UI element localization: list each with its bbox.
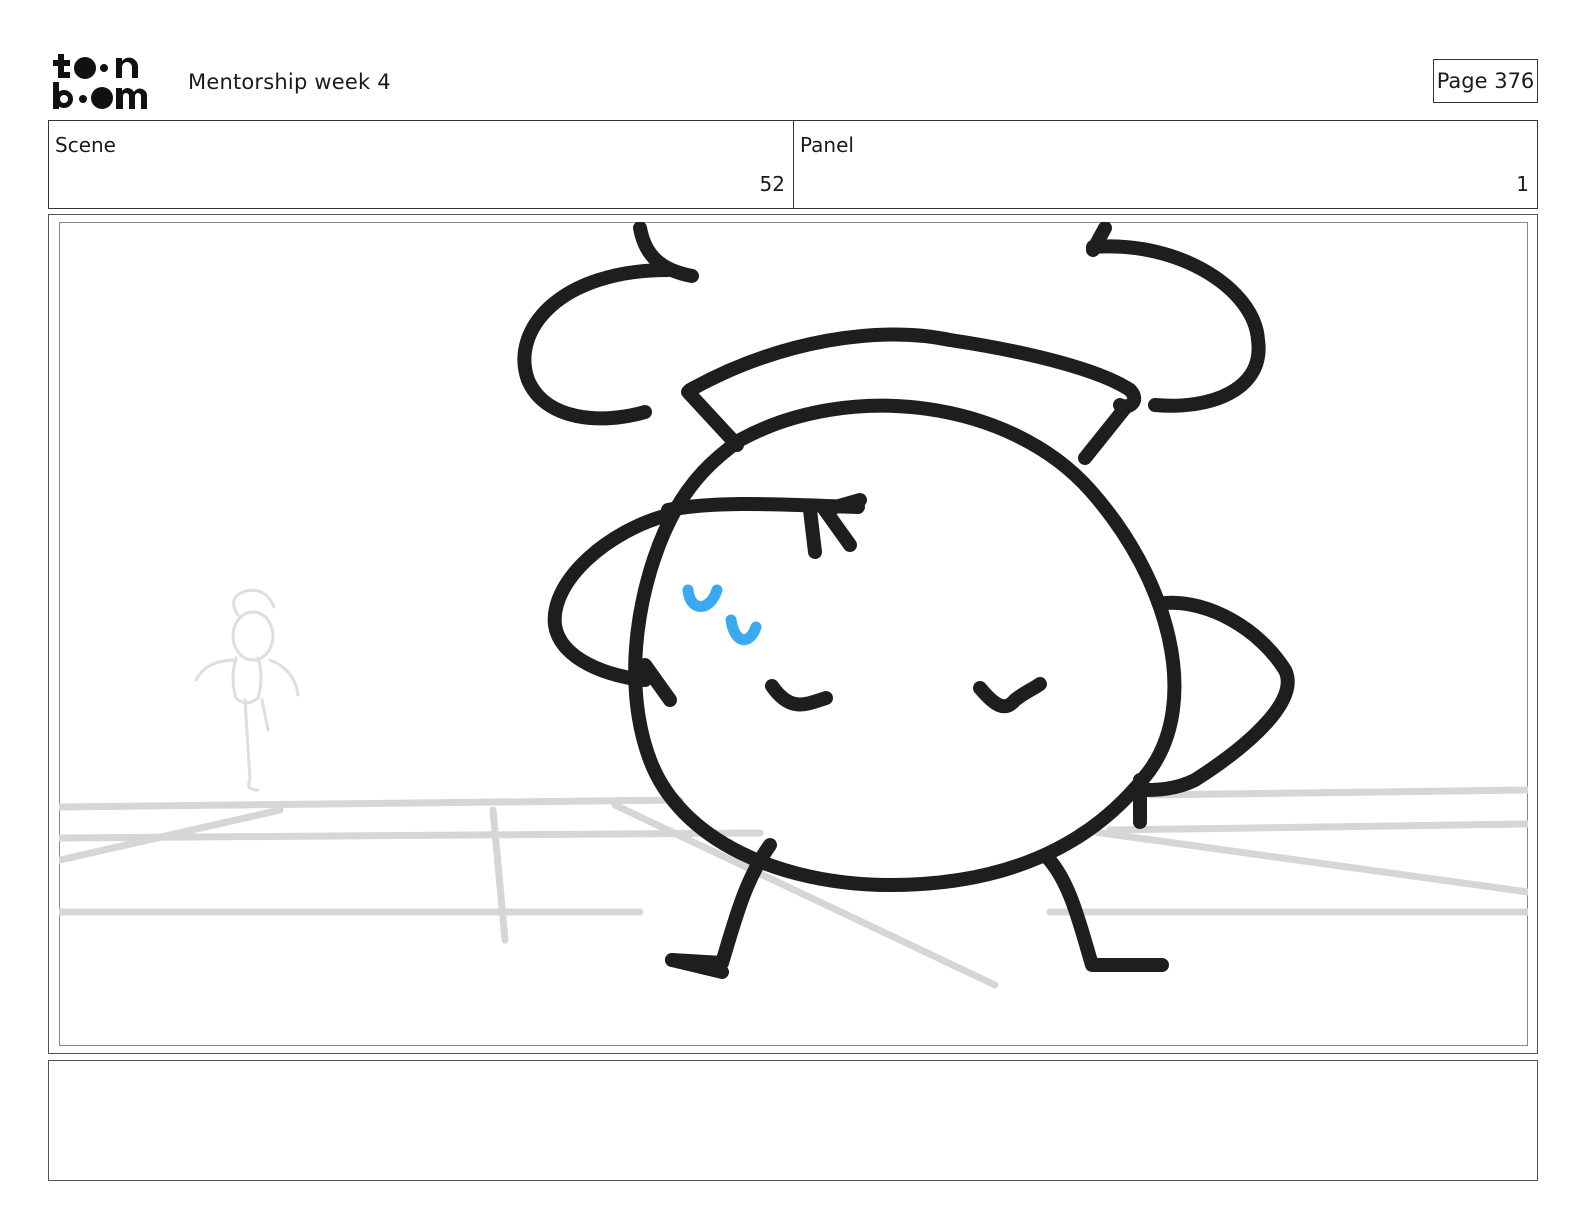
panel-value: 1 — [1516, 172, 1529, 196]
page-number: Page 376 — [1433, 59, 1538, 103]
main-character — [517, 222, 1295, 979]
scene-label: Scene — [55, 133, 116, 157]
info-row: Scene 52 Panel 1 — [48, 120, 1538, 209]
document-title: Mentorship week 4 — [188, 70, 391, 94]
tear-marks — [682, 584, 762, 646]
toonboom-logo — [53, 54, 147, 109]
storyboard-drawing — [59, 222, 1528, 989]
scene-value: 52 — [759, 172, 785, 196]
scene-cell: Scene 52 — [49, 121, 794, 208]
panel-label: Panel — [800, 133, 854, 157]
background-figure — [194, 588, 300, 792]
panel-cell: Panel 1 — [794, 121, 1537, 208]
background-sketch — [59, 786, 1528, 989]
notes-box — [48, 1060, 1538, 1181]
